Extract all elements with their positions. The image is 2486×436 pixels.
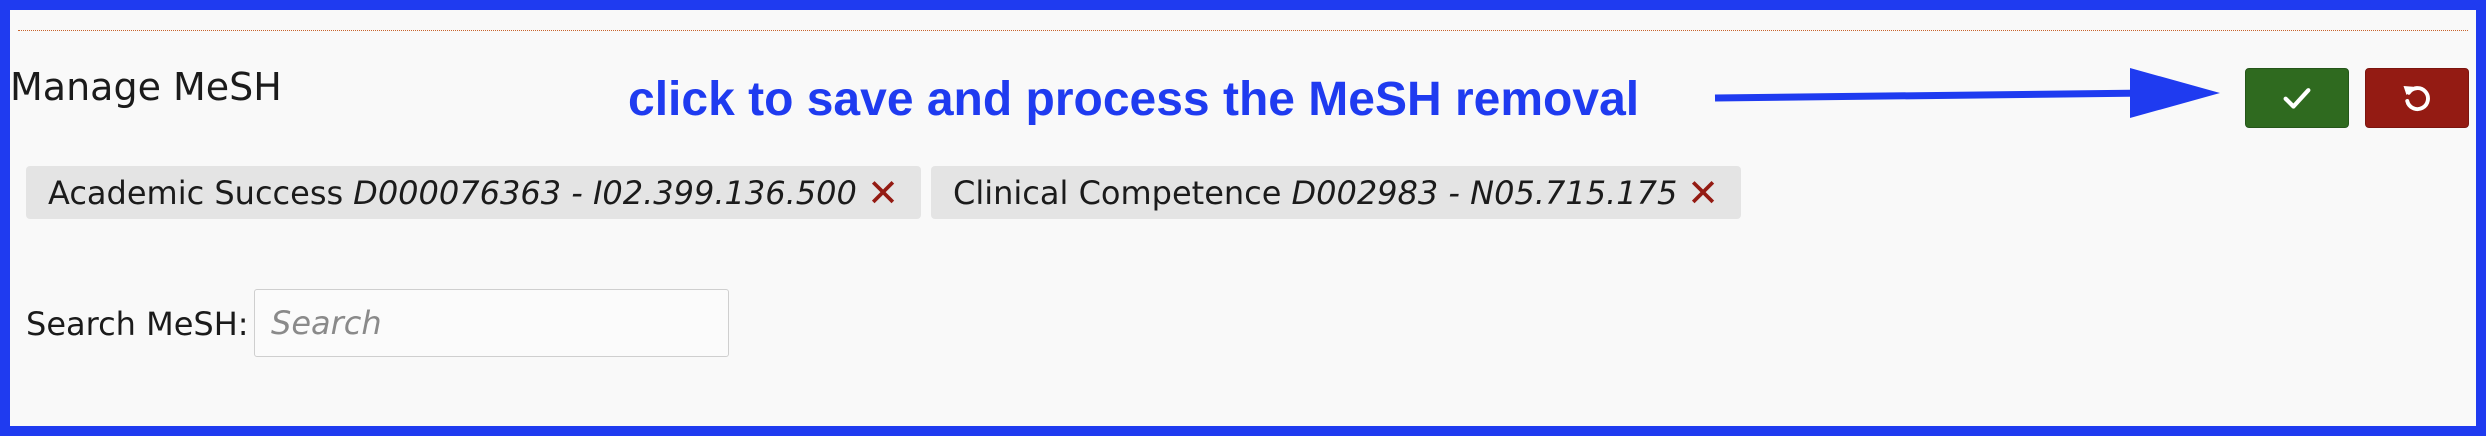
remove-term-icon[interactable]: ✕	[867, 174, 899, 212]
divider	[18, 30, 2468, 31]
search-input[interactable]	[254, 289, 729, 357]
manage-mesh-panel: Manage MeSH click to save and process th…	[10, 10, 2476, 426]
undo-icon	[2403, 86, 2430, 111]
annotation-callout: click to save and process the MeSH remov…	[628, 73, 1640, 126]
remove-term-icon[interactable]: ✕	[1687, 174, 1719, 212]
annotation-arrow-icon	[1714, 68, 2220, 118]
search-label: Search MeSH:	[26, 305, 249, 343]
save-button[interactable]	[2245, 68, 2349, 128]
undo-button[interactable]	[2365, 68, 2469, 128]
term-code: D002983 - N05.715.175	[1291, 173, 1678, 212]
check-icon	[2283, 88, 2311, 109]
term-code: D000076363 - I02.399.136.500	[353, 173, 857, 212]
term-name: Academic Success	[48, 173, 344, 212]
selected-term-chip: Academic Success D000076363 - I02.399.13…	[26, 166, 921, 219]
selected-term-chip: Clinical Competence D002983 - N05.715.17…	[931, 166, 1741, 219]
term-name: Clinical Competence	[953, 173, 1282, 212]
page-title: Manage MeSH	[10, 65, 282, 109]
